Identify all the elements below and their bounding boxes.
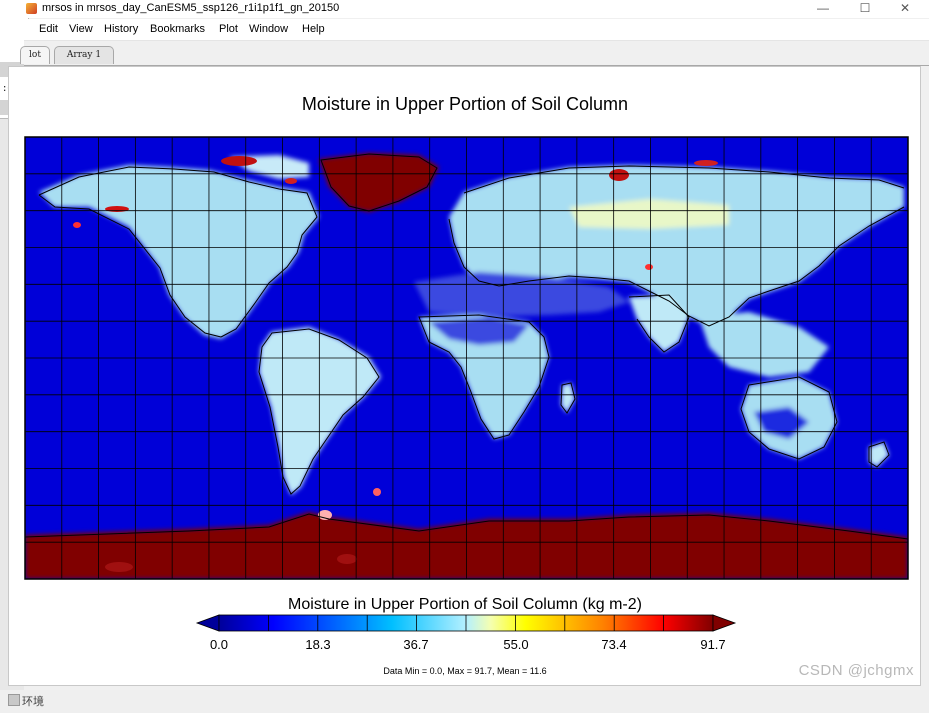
colorbar: 0.0 18.3 36.7 55.0 73.4 91.7: [195, 614, 737, 652]
colorbar-min-arrow: [195, 614, 220, 632]
menu-bar: Edit View History Bookmarks Plot Window …: [24, 19, 929, 41]
colorbar-max-arrow: [712, 614, 737, 632]
colorbar-tick-label: 91.7: [700, 637, 725, 652]
plot-panel: Moisture in Upper Portion of Soil Column: [8, 66, 921, 686]
colorbar-tick-label: 36.7: [403, 637, 428, 652]
title-bar: mrsos in mrsos_day_CanESM5_ssp126_r1i1p1…: [24, 0, 929, 18]
bottom-strip: [0, 690, 929, 713]
colorbar-title: Moisture in Upper Portion of Soil Column…: [288, 596, 642, 613]
menu-bookmarks[interactable]: Bookmarks: [150, 23, 205, 35]
menu-plot[interactable]: Plot: [219, 23, 238, 35]
colorbar-tick-label: 55.0: [503, 637, 528, 652]
bottom-text: 环境: [22, 696, 44, 708]
window-title: mrsos in mrsos_day_CanESM5_ssp126_r1i1p1…: [42, 2, 340, 14]
minimize-button[interactable]: —: [804, 0, 842, 18]
menu-help[interactable]: Help: [302, 23, 325, 35]
app-icon: [26, 3, 37, 14]
menu-history[interactable]: History: [104, 23, 138, 35]
folder-icon: [8, 694, 20, 706]
colorbar-tick-label: 0.0: [210, 637, 228, 652]
tab-strip: lot Array 1: [20, 41, 929, 66]
tab-plot[interactable]: lot: [20, 46, 50, 64]
plot-title: Moisture in Upper Portion of Soil Column: [302, 94, 628, 114]
maximize-button[interactable]: ☐: [846, 0, 884, 18]
colorbar-tick-label: 18.3: [305, 637, 330, 652]
menu-window[interactable]: Window: [249, 23, 288, 35]
colorbar-tick-label: 73.4: [601, 637, 626, 652]
close-button[interactable]: ✕: [886, 0, 924, 18]
map-area: [25, 137, 908, 579]
menu-edit[interactable]: Edit: [39, 23, 58, 35]
map-plot: Moisture in Upper Portion of Soil Column: [24, 94, 909, 676]
data-stats: Data Min = 0.0, Max = 91.7, Mean = 11.6: [383, 666, 546, 676]
watermark: CSDN @jchgmx: [798, 662, 914, 679]
menu-view[interactable]: View: [69, 23, 93, 35]
tab-array-1[interactable]: Array 1: [54, 46, 114, 64]
